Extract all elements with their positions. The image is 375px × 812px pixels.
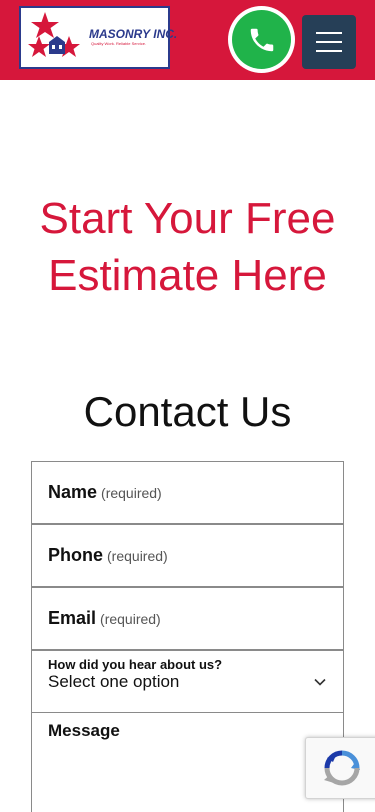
menu-bar-icon <box>316 50 342 52</box>
menu-bar-icon <box>316 32 342 34</box>
menu-bar-icon <box>316 41 342 43</box>
call-button-circle <box>232 10 291 69</box>
message-field[interactable]: Message <box>31 712 344 812</box>
logo-tagline: Quality Work. Reliable Service. <box>91 41 147 46</box>
site-header: MASONRY INC. Quality Work. Reliable Serv… <box>0 0 375 80</box>
chevron-down-icon <box>314 678 326 686</box>
referral-source-label: How did you hear about us? <box>48 657 223 672</box>
phone-field-label: Phone (required) <box>48 545 168 565</box>
recaptcha-badge[interactable] <box>305 737 375 799</box>
contact-title: Contact Us <box>83 388 292 435</box>
phone-field[interactable]: Phone (required) <box>31 524 344 587</box>
call-button[interactable] <box>228 6 295 73</box>
email-field-label: Email (required) <box>48 608 161 628</box>
site-logo[interactable]: MASONRY INC. Quality Work. Reliable Serv… <box>19 6 177 69</box>
referral-source-select[interactable]: How did you hear about us? Select one op… <box>31 650 344 713</box>
logo-wordmark: MASONRY INC. <box>89 27 178 41</box>
name-field[interactable]: Name (required) <box>31 461 344 524</box>
hamburger-menu-button[interactable] <box>302 15 356 69</box>
message-field-label: Message <box>48 721 120 740</box>
required-hint: (required) <box>100 611 161 627</box>
name-field-label: Name (required) <box>48 482 162 502</box>
recaptcha-icon <box>324 750 360 786</box>
phone-icon <box>250 28 273 51</box>
email-field[interactable]: Email (required) <box>31 587 344 650</box>
required-hint: (required) <box>101 485 162 501</box>
required-hint: (required) <box>107 548 168 564</box>
hero-title: Start Your Free Estimate Here <box>39 194 336 300</box>
stars-house-icon <box>28 12 80 57</box>
referral-source-value: Select one option <box>48 672 180 691</box>
